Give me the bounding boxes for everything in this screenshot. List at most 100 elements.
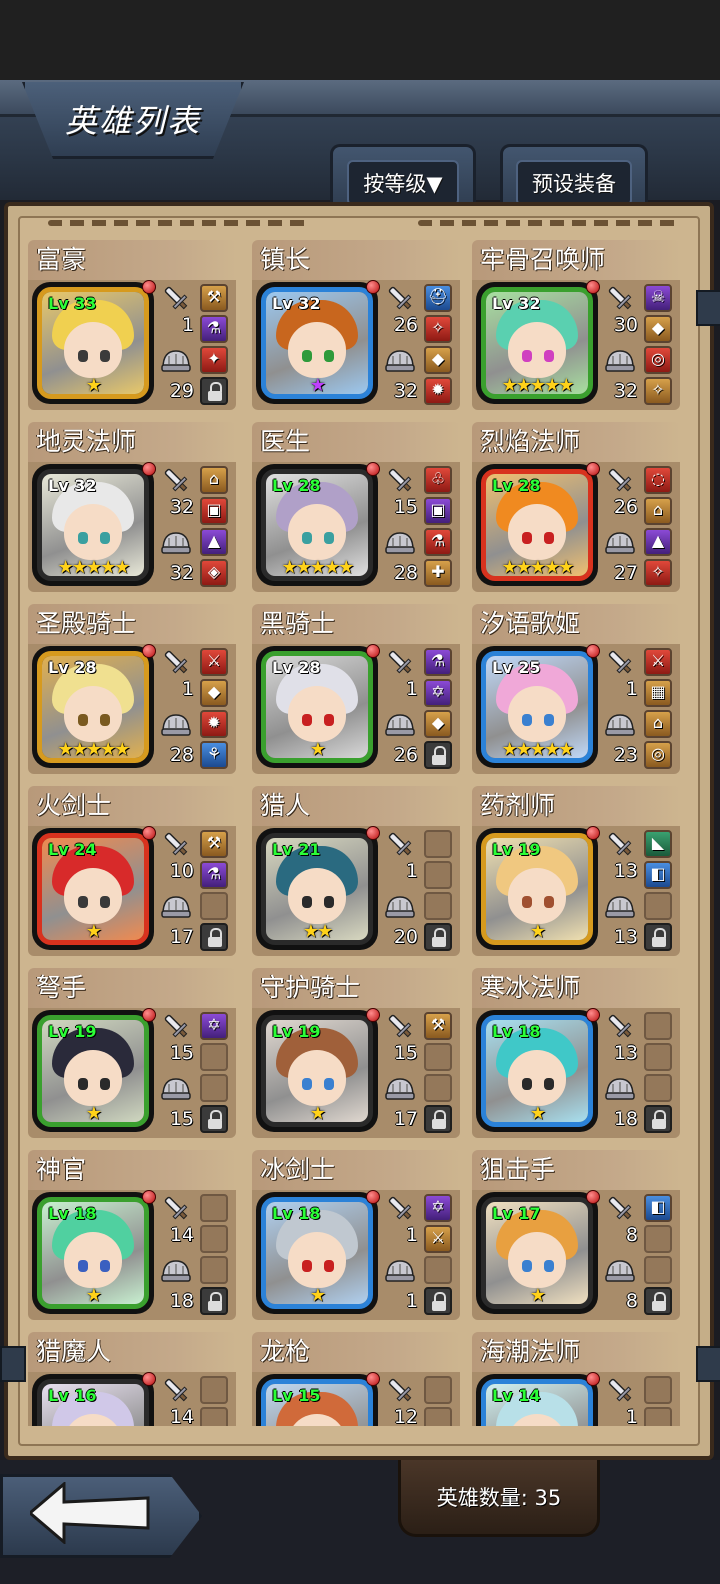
- equipment-slot[interactable]: ▲: [200, 528, 228, 556]
- back-arrow-icon[interactable]: [30, 1482, 152, 1544]
- locked-slot[interactable]: [424, 1105, 452, 1133]
- locked-slot[interactable]: [200, 923, 228, 951]
- hero-portrait[interactable]: Lv 19 ★: [256, 1008, 380, 1132]
- hero-card[interactable]: 地灵法师 Lv 32 ★★★★★ 32 32 ⌂ ▣ ▲ ◈: [28, 422, 236, 592]
- preset-equipment-button[interactable]: 预设装备: [500, 144, 648, 208]
- equipment-slot[interactable]: ✧: [644, 377, 672, 405]
- hero-card[interactable]: 狙击手 Lv 17 ★ 8 8 ◧: [472, 1150, 680, 1320]
- hero-card[interactable]: 冰剑士 Lv 18 ★ 1 1 ✡ ⚔: [252, 1150, 460, 1320]
- equipment-slot[interactable]: ◣: [644, 830, 672, 858]
- hero-portrait[interactable]: Lv 16: [32, 1372, 156, 1426]
- empty-equipment-slot[interactable]: [200, 1225, 228, 1253]
- empty-equipment-slot[interactable]: [644, 1012, 672, 1040]
- empty-equipment-slot[interactable]: [424, 1256, 452, 1284]
- empty-equipment-slot[interactable]: [644, 1043, 672, 1071]
- empty-equipment-slot[interactable]: [644, 1407, 672, 1426]
- hero-portrait[interactable]: Lv 18 ★: [476, 1008, 600, 1132]
- empty-equipment-slot[interactable]: [644, 892, 672, 920]
- empty-equipment-slot[interactable]: [424, 1043, 452, 1071]
- equipment-slot[interactable]: ⚒: [200, 284, 228, 312]
- equipment-slot[interactable]: ⚗: [424, 528, 452, 556]
- equipment-slot[interactable]: ◆: [424, 346, 452, 374]
- equipment-slot[interactable]: ⚗: [200, 861, 228, 889]
- locked-slot[interactable]: [424, 1287, 452, 1315]
- hero-card[interactable]: 海潮法师 Lv 14 1: [472, 1332, 680, 1426]
- equipment-slot[interactable]: ✹: [424, 377, 452, 405]
- locked-slot[interactable]: [424, 923, 452, 951]
- equipment-slot[interactable]: ▣: [200, 497, 228, 525]
- equipment-slot[interactable]: ✡: [424, 1194, 452, 1222]
- hero-card[interactable]: 药剂师 Lv 19 ★ 13 13 ◣ ◧: [472, 786, 680, 956]
- hero-card[interactable]: 圣殿骑士 Lv 28 ★★★★★ 1 28 ⚔ ◆ ✹ ⚘: [28, 604, 236, 774]
- empty-equipment-slot[interactable]: [200, 1043, 228, 1071]
- hero-portrait[interactable]: Lv 18 ★: [32, 1190, 156, 1314]
- hero-portrait[interactable]: Lv 18 ★: [256, 1190, 380, 1314]
- equipment-slot[interactable]: ▣: [424, 497, 452, 525]
- hero-portrait[interactable]: Lv 32 ★★★★★: [32, 462, 156, 586]
- hero-portrait[interactable]: Lv 33 ★: [32, 280, 156, 404]
- equipment-slot[interactable]: ⌂: [644, 497, 672, 525]
- hero-card[interactable]: 汐语歌姬 Lv 25 ★★★★★ 1 23 ⚔ ▦ ⌂ ◎: [472, 604, 680, 774]
- equipment-slot[interactable]: ◌: [644, 466, 672, 494]
- hero-card[interactable]: 黑骑士 Lv 28 ★ 1 26 ⚗ ✡ ◆: [252, 604, 460, 774]
- hero-portrait[interactable]: Lv 14: [476, 1372, 600, 1426]
- sort-by-level-button[interactable]: 按等级▼: [330, 144, 476, 208]
- hero-card[interactable]: 镇长 Lv 32 ★ 26 32 ⛑ ✧ ◆ ✹: [252, 240, 460, 410]
- empty-equipment-slot[interactable]: [200, 1256, 228, 1284]
- hero-portrait[interactable]: Lv 15: [256, 1372, 380, 1426]
- equipment-slot[interactable]: ◆: [644, 315, 672, 343]
- equipment-slot[interactable]: ⚘: [200, 741, 228, 769]
- hero-portrait[interactable]: Lv 28 ★★★★★: [476, 462, 600, 586]
- equipment-slot[interactable]: ◈: [200, 559, 228, 587]
- equipment-slot[interactable]: ◎: [644, 741, 672, 769]
- equipment-slot[interactable]: ⚗: [424, 648, 452, 676]
- locked-slot[interactable]: [644, 923, 672, 951]
- hero-portrait[interactable]: Lv 32 ★★★★★: [476, 280, 600, 404]
- equipment-slot[interactable]: ◧: [644, 1194, 672, 1222]
- equipment-slot[interactable]: ⚔: [644, 648, 672, 676]
- equipment-slot[interactable]: ◆: [200, 679, 228, 707]
- equipment-slot[interactable]: ◧: [644, 861, 672, 889]
- hero-card[interactable]: 火剑士 Lv 24 ★ 10 17 ⚒ ⚗: [28, 786, 236, 956]
- equipment-slot[interactable]: ◎: [644, 346, 672, 374]
- equipment-slot[interactable]: ✡: [424, 679, 452, 707]
- equipment-slot[interactable]: ✧: [424, 315, 452, 343]
- hero-card[interactable]: 烈焰法师 Lv 28 ★★★★★ 26 27 ◌ ⌂ ▲ ✧: [472, 422, 680, 592]
- equipment-slot[interactable]: ⌂: [200, 466, 228, 494]
- empty-equipment-slot[interactable]: [424, 830, 452, 858]
- hero-portrait[interactable]: Lv 19 ★: [476, 826, 600, 950]
- empty-equipment-slot[interactable]: [200, 892, 228, 920]
- hero-portrait[interactable]: Lv 28 ★★★★★: [32, 644, 156, 768]
- locked-slot[interactable]: [644, 1287, 672, 1315]
- equipment-slot[interactable]: ▦: [644, 679, 672, 707]
- empty-equipment-slot[interactable]: [424, 892, 452, 920]
- hero-portrait[interactable]: Lv 21 ★★: [256, 826, 380, 950]
- hero-portrait[interactable]: Lv 25 ★★★★★: [476, 644, 600, 768]
- equipment-slot[interactable]: ✧: [644, 559, 672, 587]
- hero-card[interactable]: 医生 Lv 28 ★★★★★ 15 28 ♧ ▣ ⚗ ✚: [252, 422, 460, 592]
- locked-slot[interactable]: [200, 377, 228, 405]
- equipment-slot[interactable]: ⛑: [424, 284, 452, 312]
- locked-slot[interactable]: [424, 741, 452, 769]
- empty-equipment-slot[interactable]: [200, 1376, 228, 1404]
- hero-portrait[interactable]: Lv 32 ★: [256, 280, 380, 404]
- equipment-slot[interactable]: ⚗: [200, 315, 228, 343]
- empty-equipment-slot[interactable]: [424, 1376, 452, 1404]
- hero-card[interactable]: 猎人 Lv 21 ★★ 1 20: [252, 786, 460, 956]
- locked-slot[interactable]: [200, 1105, 228, 1133]
- hero-portrait[interactable]: Lv 28 ★★★★★: [256, 462, 380, 586]
- equipment-slot[interactable]: ◆: [424, 710, 452, 738]
- hero-card[interactable]: 神官 Lv 18 ★ 14 18: [28, 1150, 236, 1320]
- locked-slot[interactable]: [644, 1105, 672, 1133]
- equipment-slot[interactable]: ♧: [424, 466, 452, 494]
- hero-portrait[interactable]: Lv 17 ★: [476, 1190, 600, 1314]
- equipment-slot[interactable]: ✚: [424, 559, 452, 587]
- hero-portrait[interactable]: Lv 28 ★: [256, 644, 380, 768]
- equipment-slot[interactable]: ✦: [200, 346, 228, 374]
- equipment-slot[interactable]: ⚒: [424, 1012, 452, 1040]
- equipment-slot[interactable]: ✹: [200, 710, 228, 738]
- locked-slot[interactable]: [200, 1287, 228, 1315]
- empty-equipment-slot[interactable]: [424, 1407, 452, 1426]
- empty-equipment-slot[interactable]: [424, 1074, 452, 1102]
- empty-equipment-slot[interactable]: [200, 1407, 228, 1426]
